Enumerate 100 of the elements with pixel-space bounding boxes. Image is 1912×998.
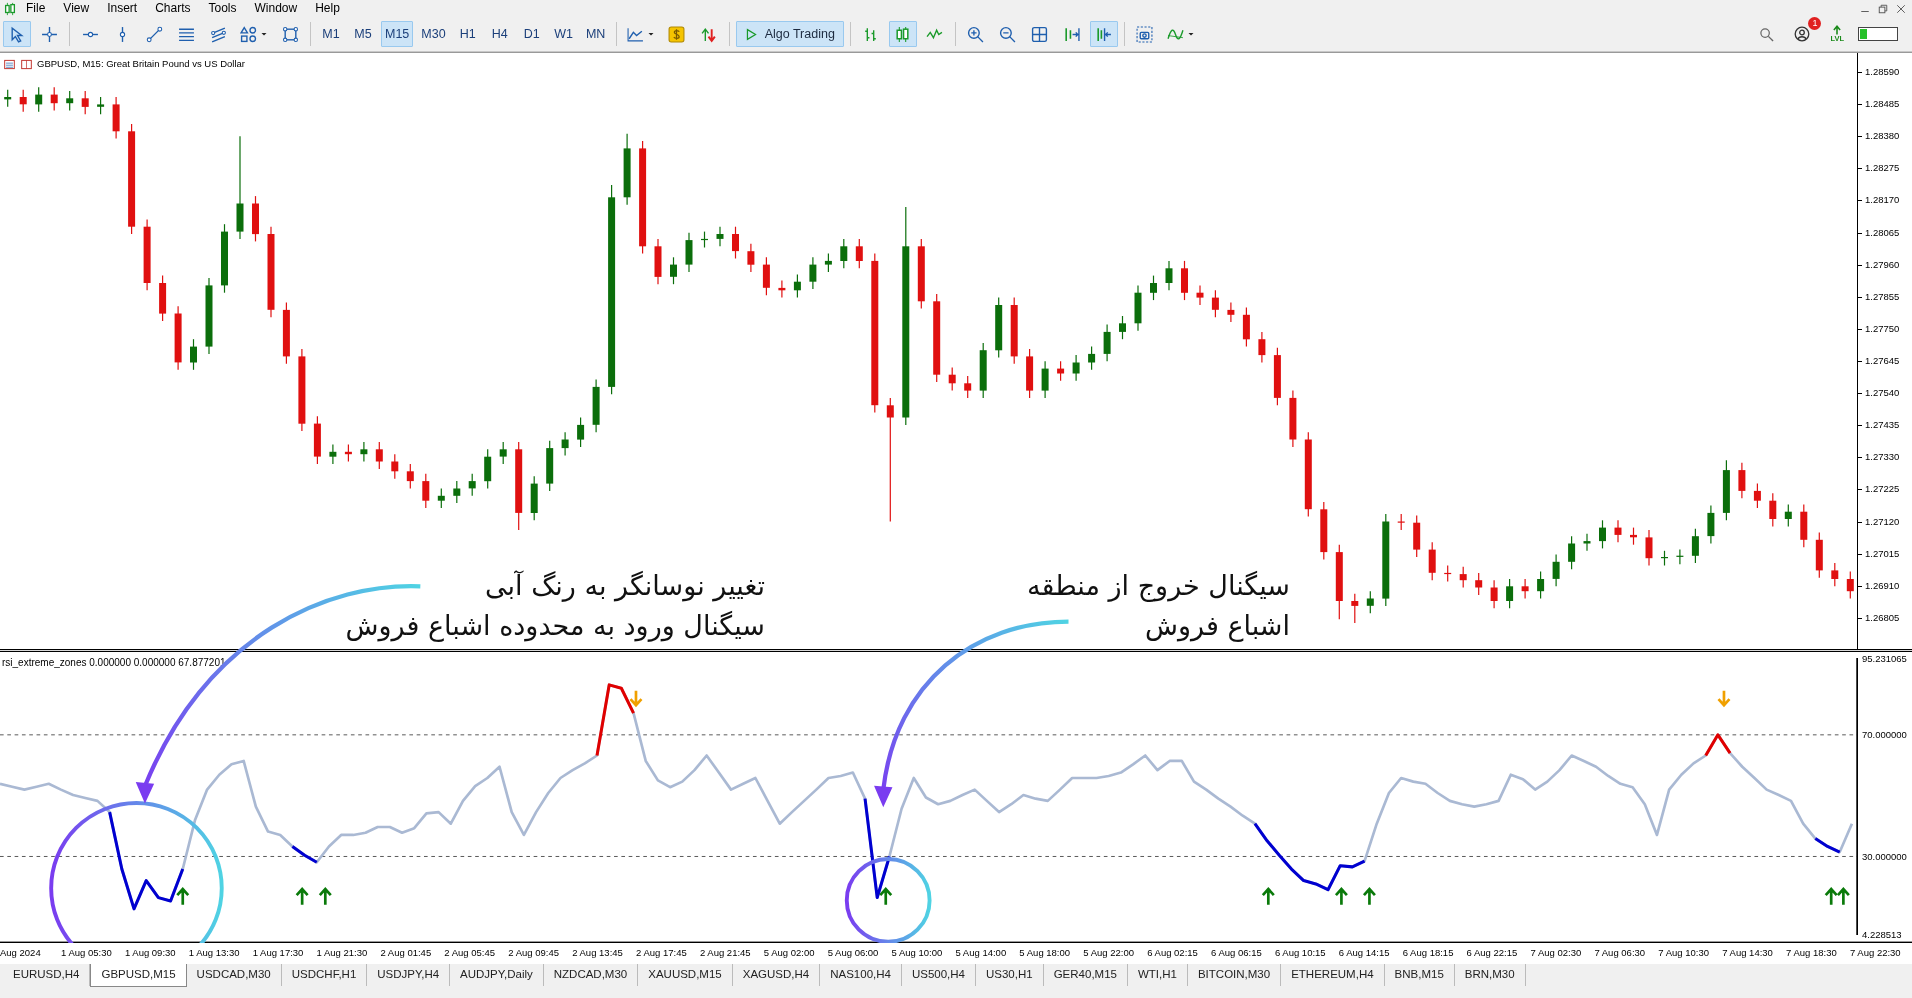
chart-tab[interactable]: US30,H1 bbox=[976, 964, 1044, 987]
candlestick bbox=[886, 397, 894, 523]
timeframe-button[interactable]: D1 bbox=[517, 21, 546, 47]
timeframe-button[interactable]: H4 bbox=[485, 21, 514, 47]
restore-icon[interactable] bbox=[1878, 3, 1888, 14]
chart-tab[interactable]: ETHEREUM,H4 bbox=[1281, 964, 1385, 987]
price-label: 1.28380 bbox=[1864, 130, 1900, 142]
close-icon[interactable] bbox=[1896, 3, 1906, 14]
candlestick bbox=[375, 441, 383, 470]
candlestick bbox=[1351, 593, 1359, 624]
time-label: 5 Aug 10:00 bbox=[891, 946, 944, 961]
menu-item[interactable]: Insert bbox=[98, 1, 147, 16]
candlestick bbox=[468, 473, 476, 497]
search-icon[interactable] bbox=[1759, 26, 1775, 42]
candlestick-icon bbox=[894, 25, 912, 43]
chart-tab[interactable]: BNB,M15 bbox=[1384, 964, 1455, 987]
time-label: 1 Aug 17:30 bbox=[252, 946, 305, 961]
time-label: 2 Aug 21:45 bbox=[699, 946, 752, 961]
indicator-axis-label: 4.228513 bbox=[1861, 929, 1902, 941]
time-label: 7 Aug 22:30 bbox=[1849, 946, 1902, 961]
indicator-label: rsi_extreme_zones 0.000000 0.000000 67.877201 bbox=[2, 656, 226, 670]
time-label: 5 Aug 22:00 bbox=[1083, 946, 1135, 961]
candlestick bbox=[66, 90, 74, 112]
up-down-arrows-icon bbox=[700, 25, 718, 43]
menu-item[interactable]: Tools bbox=[199, 1, 246, 16]
chart-tab[interactable]: NAS100,H4 bbox=[820, 964, 902, 987]
chart-tab[interactable]: AUDJPY,Daily bbox=[450, 964, 544, 987]
time-label: 6 Aug 22:15 bbox=[1466, 946, 1519, 961]
time-label: 7 Aug 06:30 bbox=[1594, 946, 1647, 961]
chart-tab[interactable]: XAUUSD,M15 bbox=[638, 964, 733, 987]
candlestick bbox=[453, 480, 461, 504]
candlestick bbox=[561, 431, 569, 456]
camera-icon bbox=[1136, 25, 1154, 43]
chart-tab[interactable]: WTI,H1 bbox=[1127, 964, 1188, 987]
up-arrow-icon bbox=[1832, 25, 1843, 35]
indicator-axis-label: 30.000000 bbox=[1861, 851, 1907, 863]
chart-tab[interactable]: XAGUSD,H4 bbox=[732, 964, 821, 987]
price-label: 1.28275 bbox=[1864, 162, 1900, 174]
timeframe-button[interactable]: M30 bbox=[417, 21, 450, 47]
candlestick bbox=[1568, 535, 1576, 570]
zoom-out-icon bbox=[999, 25, 1017, 43]
candlestick bbox=[1057, 360, 1065, 382]
timeframe-button[interactable]: W1 bbox=[549, 21, 578, 47]
candlestick bbox=[1227, 301, 1235, 323]
menu-item[interactable]: Window bbox=[245, 1, 307, 16]
cursor-button[interactable] bbox=[3, 21, 31, 47]
time-label: 5 Aug 18:00 bbox=[1019, 946, 1072, 961]
notification-badge: 1 bbox=[1808, 17, 1822, 30]
candlestick bbox=[1645, 529, 1653, 567]
time-label: 1 Aug 05:30 bbox=[61, 946, 113, 961]
up-arrow-icon bbox=[175, 887, 190, 907]
candlestick bbox=[1103, 323, 1111, 362]
autoscroll-button[interactable] bbox=[1089, 21, 1118, 47]
chart-tab[interactable]: USDCAD,M30 bbox=[186, 964, 282, 987]
time-label: 5 Aug 02:00 bbox=[763, 946, 816, 961]
chart-tab[interactable]: USDJPY,H4 bbox=[367, 964, 451, 987]
chart-tab[interactable]: US500,H4 bbox=[901, 964, 976, 987]
timeframe-button[interactable]: MN bbox=[581, 21, 610, 47]
menu-item[interactable]: Charts bbox=[146, 1, 200, 16]
down-arrow-icon bbox=[629, 689, 643, 708]
candlestick bbox=[1831, 562, 1839, 587]
chart-tab[interactable]: BRN,M30 bbox=[1454, 964, 1526, 987]
signal-meter-icon bbox=[1858, 27, 1898, 41]
timeframe-button[interactable]: M15 bbox=[381, 21, 414, 47]
time-label: 6 Aug 10:15 bbox=[1274, 946, 1327, 961]
menu-item[interactable]: File bbox=[17, 1, 55, 16]
price-label: 1.27855 bbox=[1864, 290, 1900, 302]
indicator-axis-label: 70.000000 bbox=[1861, 729, 1907, 741]
timeframe-button[interactable]: H1 bbox=[453, 21, 482, 47]
rectangle-icon bbox=[281, 25, 299, 43]
parallel-lines-icon bbox=[209, 25, 227, 43]
price-label: 1.28485 bbox=[1864, 98, 1900, 110]
chart-tab[interactable]: GER40,M15 bbox=[1043, 964, 1128, 987]
price-label: 1.27645 bbox=[1864, 354, 1900, 366]
candlestick-button[interactable] bbox=[888, 21, 917, 47]
candlestick bbox=[1614, 519, 1622, 543]
candlestick bbox=[855, 238, 863, 269]
chart-tab[interactable]: NZDCAD,M30 bbox=[543, 964, 639, 987]
menu-item[interactable]: View bbox=[54, 1, 99, 16]
menu-item[interactable]: Help bbox=[306, 1, 349, 16]
chart-tab[interactable]: GBPUSD,M15 bbox=[90, 964, 187, 988]
candlestick bbox=[1150, 275, 1157, 301]
candlestick bbox=[1459, 566, 1467, 589]
up-arrow-icon bbox=[1362, 887, 1377, 907]
timeframe-button[interactable]: M5 bbox=[349, 21, 377, 47]
candlestick bbox=[406, 463, 414, 490]
candlestick bbox=[19, 89, 27, 113]
time-label: 6 Aug 18:15 bbox=[1402, 946, 1455, 961]
candlestick bbox=[964, 375, 972, 399]
time-label: 2 Aug 01:45 bbox=[380, 946, 433, 961]
time-label: 7 Aug 18:30 bbox=[1786, 946, 1838, 961]
candlestick bbox=[732, 226, 739, 260]
candlestick bbox=[1041, 360, 1049, 399]
candlestick bbox=[809, 256, 817, 290]
chart-tab[interactable]: USDCHF,H1 bbox=[281, 964, 368, 987]
price-label: 1.27435 bbox=[1864, 419, 1900, 431]
timeframe-button[interactable]: M1 bbox=[317, 21, 345, 47]
price-label: 1.27750 bbox=[1864, 322, 1900, 334]
algo-trading-button[interactable]: Algo Trading bbox=[735, 21, 844, 47]
chart-tab[interactable]: BITCOIN,M30 bbox=[1187, 964, 1282, 987]
